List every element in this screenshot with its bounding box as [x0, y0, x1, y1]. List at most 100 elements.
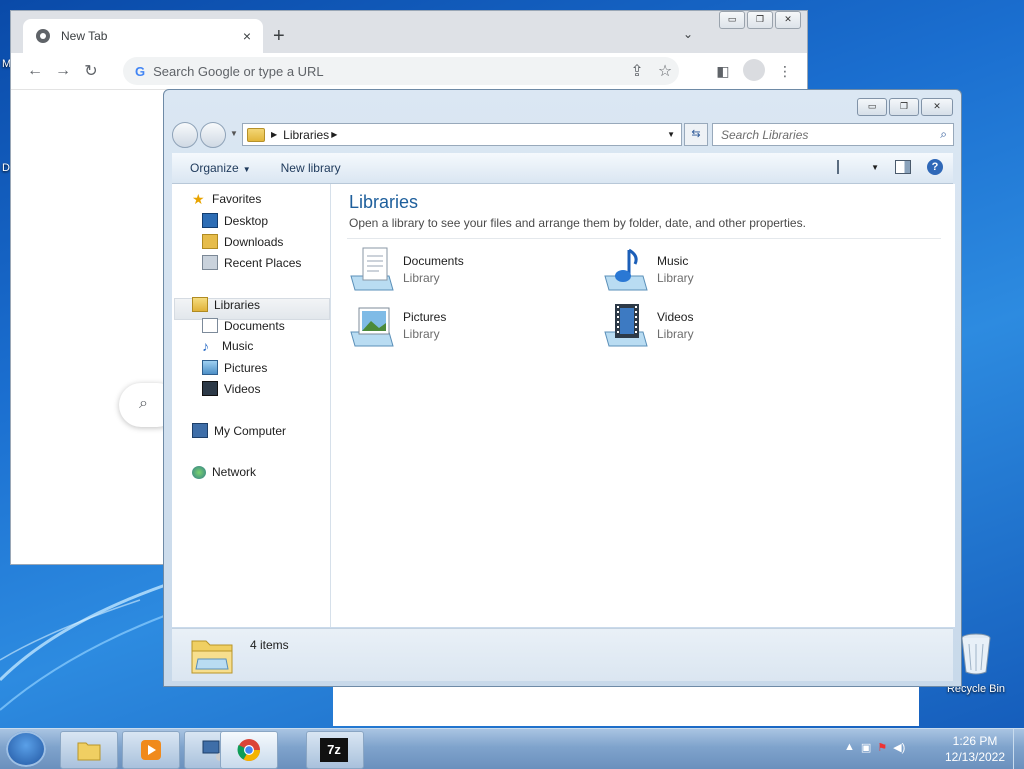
forward-arrow-icon[interactable]: →	[49, 62, 77, 80]
explorer-close-button[interactable]: ✕	[921, 98, 953, 116]
forward-button[interactable]	[200, 122, 226, 148]
explorer-maximize-button[interactable]: ❐	[889, 98, 919, 116]
maximize-button[interactable]: ❐	[747, 11, 773, 29]
action-center-flag-icon[interactable]: ⚑	[877, 741, 887, 754]
nav-favorites[interactable]: ★ Favorites	[192, 192, 261, 207]
nav-buttons: ▼	[172, 122, 238, 148]
nav-desktop[interactable]: Desktop	[202, 213, 268, 228]
explorer-minimize-button[interactable]: ▭	[857, 98, 887, 116]
taskbar-chrome[interactable]	[220, 731, 278, 769]
nav-music[interactable]: ♪ Music	[202, 339, 254, 354]
recent-places-icon	[202, 255, 218, 270]
organize-button[interactable]: Organize ▼	[190, 161, 251, 175]
background-window-strip	[333, 686, 919, 726]
nav-network[interactable]: Network	[192, 465, 256, 479]
nav-desktop-label: Desktop	[224, 213, 269, 228]
help-icon[interactable]: ?	[927, 159, 943, 175]
desktop-icon-label-d[interactable]: D	[2, 162, 10, 174]
library-type: Library	[403, 271, 440, 285]
nav-documents[interactable]: Documents	[202, 318, 285, 333]
library-item-documents[interactable]: Documents Library	[349, 246, 569, 296]
libraries-folder-icon	[191, 640, 233, 674]
minimize-button[interactable]: ▭	[719, 11, 745, 29]
address-path[interactable]: Libraries	[283, 128, 329, 142]
search-icon: ⌕	[139, 395, 148, 412]
tab-close-icon[interactable]: ×	[239, 28, 255, 44]
libraries-icon	[192, 297, 208, 312]
view-options-dropdown-icon[interactable]: ▼	[871, 163, 879, 172]
documents-library-icon	[350, 247, 394, 291]
search-libraries-input[interactable]: Search Libraries ⌕	[712, 123, 954, 146]
nav-downloads[interactable]: Downloads	[202, 234, 283, 249]
address-dropdown-icon[interactable]: ▼	[667, 130, 675, 139]
library-item-pictures[interactable]: Pictures Library	[349, 302, 569, 352]
navigation-pane: ★ Favorites Desktop Downloads Recent Pla…	[172, 184, 331, 627]
profile-avatar-icon[interactable]	[743, 59, 765, 81]
breadcrumb-arrow-icon[interactable]: ▶	[331, 130, 337, 139]
taskbar-media-player[interactable]	[122, 731, 180, 769]
omnibox[interactable]: G Search Google or type a URL ⇪ ☆	[123, 57, 679, 85]
page-title: Libraries	[349, 192, 419, 212]
library-type: Library	[657, 271, 694, 285]
nav-my-computer[interactable]: My Computer	[192, 423, 286, 438]
documents-icon	[202, 318, 218, 333]
chrome-window-controls: ▭ ❐ ✕	[719, 11, 801, 29]
desktop-icon	[202, 213, 218, 228]
7zip-icon: 7z	[320, 738, 348, 762]
share-icon[interactable]: ⇪	[623, 61, 651, 81]
nav-libraries[interactable]: Libraries	[192, 297, 260, 312]
breadcrumb-arrow-icon[interactable]: ▶	[271, 130, 277, 139]
chrome-logo-icon	[36, 29, 50, 43]
nav-downloads-label: Downloads	[224, 234, 284, 249]
volume-icon[interactable]: ◀)	[893, 741, 905, 754]
explorer-window-controls: ▭ ❐ ✕	[857, 98, 953, 116]
preview-pane-icon[interactable]	[895, 160, 911, 174]
bookmark-star-icon[interactable]: ☆	[651, 61, 679, 81]
network-tray-icon[interactable]: ▣	[861, 741, 871, 754]
refresh-button[interactable]: ⇆	[684, 123, 708, 146]
library-item-videos[interactable]: Videos Library	[603, 302, 823, 352]
tab-search-icon[interactable]: ⌄	[683, 27, 693, 41]
show-desktop-button[interactable]	[1013, 729, 1024, 769]
library-name: Music	[657, 254, 689, 268]
close-button[interactable]: ✕	[775, 11, 801, 29]
nav-pictures[interactable]: Pictures	[202, 360, 267, 375]
show-hidden-icons-icon[interactable]: ▲	[844, 741, 855, 754]
nav-libraries-label: Libraries	[214, 297, 261, 312]
side-panel-icon[interactable]: ◧	[711, 59, 735, 83]
back-arrow-icon[interactable]: ←	[21, 62, 49, 80]
nav-videos[interactable]: Videos	[202, 381, 260, 396]
nav-recent-places[interactable]: Recent Places	[202, 255, 301, 270]
clock-date: 12/13/2022	[944, 750, 1006, 764]
item-count: 4 items	[250, 638, 289, 652]
nav-music-label: Music	[222, 339, 254, 353]
library-name: Pictures	[403, 310, 447, 324]
reload-icon[interactable]: ↻	[77, 61, 105, 81]
start-button[interactable]	[6, 731, 46, 767]
chrome-tab-new-tab[interactable]: New Tab ×	[23, 19, 263, 53]
taskbar-7zip[interactable]: 7z	[306, 731, 364, 769]
search-icon[interactable]: ⌕	[940, 127, 947, 142]
nav-videos-label: Videos	[224, 381, 261, 396]
explorer-navigation-row: ▼ ▶ Libraries ▶ ▼ ⇆ Search Libraries ⌕	[172, 122, 954, 148]
chrome-icon	[237, 739, 260, 761]
clock[interactable]: 1:26 PM 12/13/2022	[940, 733, 1010, 765]
taskbar-explorer[interactable]	[60, 731, 118, 769]
library-type: Library	[403, 327, 440, 341]
divider	[347, 238, 941, 239]
command-bar: Organize ▼ New library ▼ ?	[172, 153, 953, 184]
address-bar[interactable]: ▶ Libraries ▶ ▼	[242, 123, 682, 146]
music-library-icon	[604, 248, 648, 291]
new-library-button[interactable]: New library	[281, 161, 341, 175]
menu-kebab-icon[interactable]: ⋮	[773, 59, 797, 83]
change-view-icon[interactable]	[837, 160, 855, 174]
organize-caret-icon: ▼	[242, 165, 251, 174]
new-tab-button[interactable]: +	[273, 25, 285, 48]
search-placeholder: Search Libraries	[721, 127, 809, 142]
clock-time: 1:26 PM	[952, 734, 998, 748]
recent-pages-dropdown-icon[interactable]: ▼	[230, 122, 238, 148]
tab-title: New Tab	[61, 29, 108, 43]
page-description: Open a library to see your files and arr…	[349, 216, 806, 230]
library-item-music[interactable]: Music Library	[603, 246, 823, 296]
back-button[interactable]	[172, 122, 198, 148]
